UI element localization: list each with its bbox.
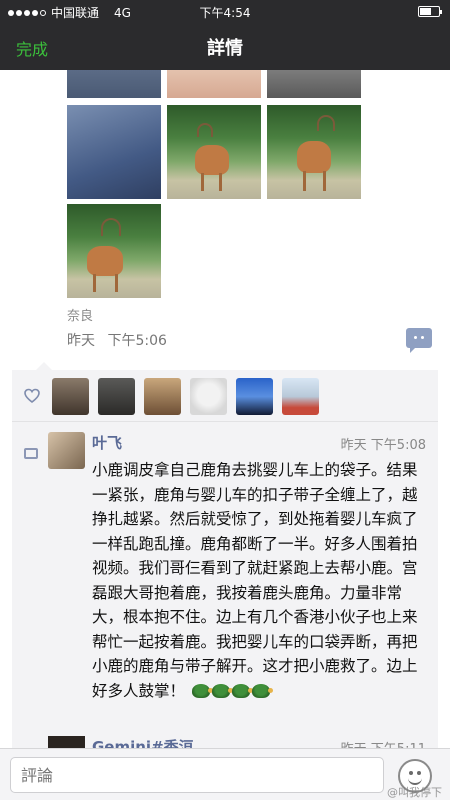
turtle-emoji-icon xyxy=(211,683,233,698)
watermark: @叫我停下 xyxy=(387,786,442,799)
photo-thumbnail[interactable] xyxy=(267,105,361,199)
likes-row xyxy=(12,370,438,422)
avatar[interactable] xyxy=(144,378,181,415)
comment-input-bar xyxy=(0,748,450,800)
photo-thumbnail[interactable] xyxy=(67,70,161,98)
photo-thumbnail[interactable] xyxy=(167,70,261,98)
panel-pointer xyxy=(36,362,52,370)
photo-thumbnail[interactable] xyxy=(67,204,161,298)
battery-icon xyxy=(418,6,442,17)
nav-bar: 完成 詳情 xyxy=(0,26,450,66)
photo-thumbnail[interactable] xyxy=(167,105,261,199)
turtle-emoji-icon xyxy=(251,683,273,698)
comment-body: 小鹿调皮拿自己鹿角去挑婴儿车上的袋子。结果一紧张，鹿角与婴儿车的扣子带子全缠上了… xyxy=(92,461,418,700)
avatar[interactable] xyxy=(52,378,89,415)
like-avatars xyxy=(52,378,319,415)
photo-thumbnail[interactable] xyxy=(267,70,361,98)
comment-timestamp: 昨天 下午5:08 xyxy=(340,438,426,453)
post-timestamp: 昨天 下午5:06 xyxy=(67,330,167,350)
avatar[interactable] xyxy=(98,378,135,415)
avatar[interactable] xyxy=(236,378,273,415)
post-day: 昨天 xyxy=(67,333,95,349)
comment-action-icon[interactable] xyxy=(406,328,432,353)
likes-comments-panel: 叶飞 昨天 下午5:08 小鹿调皮拿自己鹿角去挑婴儿车上的袋子。结果一紧张，鹿角… xyxy=(12,370,438,750)
avatar[interactable] xyxy=(190,378,227,415)
page-title: 詳情 xyxy=(207,38,243,59)
comment-text: 小鹿调皮拿自己鹿角去挑婴儿车上的袋子。结果一紧张，鹿角与婴儿车的扣子带子全缠上了… xyxy=(92,458,428,703)
photo-thumbnail[interactable] xyxy=(67,105,161,199)
heart-icon xyxy=(24,388,40,404)
status-bar: 中国联通 4G 下午4:54 xyxy=(0,0,450,22)
comment-input[interactable] xyxy=(10,757,384,793)
turtle-emoji-icon xyxy=(191,683,213,698)
avatar[interactable] xyxy=(48,432,85,469)
post-time: 下午5:06 xyxy=(107,333,167,349)
comment-bubble-icon xyxy=(24,448,38,459)
top-bar: 中国联通 4G 下午4:54 完成 詳情 xyxy=(0,0,450,70)
turtle-emoji-icon xyxy=(231,683,253,698)
photo-grid xyxy=(67,70,367,300)
post-location[interactable]: 奈良 xyxy=(67,305,93,324)
commenter-name[interactable]: 叶飞 xyxy=(92,432,122,453)
status-time: 下午4:54 xyxy=(199,6,251,20)
avatar[interactable] xyxy=(282,378,319,415)
